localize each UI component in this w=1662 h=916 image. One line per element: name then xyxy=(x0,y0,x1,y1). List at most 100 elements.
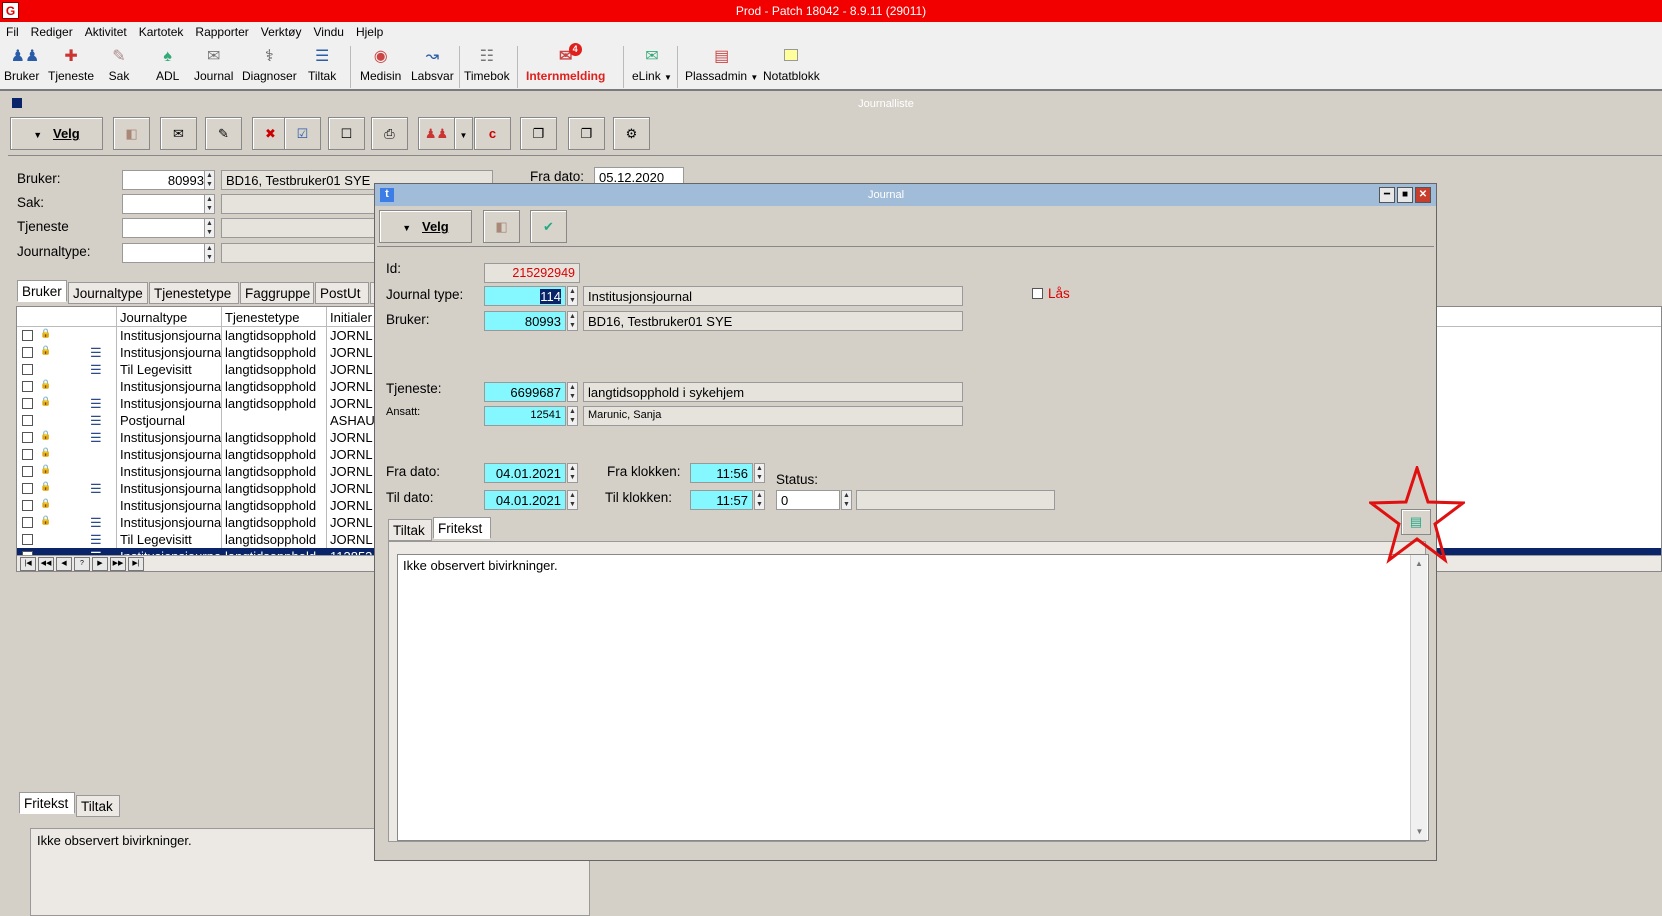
row-checkbox[interactable] xyxy=(22,364,33,375)
copy-button[interactable]: ❐ xyxy=(568,117,605,150)
row-checkbox[interactable] xyxy=(22,449,33,460)
tab-journaltype[interactable]: Journaltype xyxy=(68,282,148,304)
toolbar-internmelding-button[interactable]: ✉ 4 Internmelding xyxy=(526,43,605,83)
toolbar-timebok-button[interactable]: ☷ Timebok xyxy=(464,47,510,83)
ansatt-spinner[interactable]: ▲ ▼ xyxy=(567,406,578,426)
menu-aktivitet[interactable]: Aktivitet xyxy=(79,22,133,39)
menu-rediger[interactable]: Rediger xyxy=(25,22,79,39)
users-filter-dropdown[interactable]: ▼ xyxy=(454,117,473,150)
journal-tab-fritekst[interactable]: Fritekst xyxy=(433,517,491,539)
column-header-journaltype[interactable]: Journaltype xyxy=(117,309,221,326)
menu-kartotek[interactable]: Kartotek xyxy=(133,22,190,39)
nav-button[interactable]: ▶ xyxy=(92,557,108,571)
toolbar-bruker-button[interactable]: ♟♟ Bruker xyxy=(4,47,39,83)
chevron-down-icon[interactable]: ▼ xyxy=(664,73,672,82)
tjeneste-spinner[interactable]: ▲ ▼ xyxy=(567,382,578,402)
toolbar-journal-button[interactable]: ✉ Journal xyxy=(194,47,233,83)
edit-button[interactable]: ✎ xyxy=(205,117,242,150)
til-klokken-field[interactable]: 11:57 xyxy=(690,490,753,510)
row-checkbox[interactable] xyxy=(22,415,33,426)
til-klokken-spinner[interactable]: ▲ ▼ xyxy=(754,490,765,510)
fritekst-textarea[interactable]: Ikke observert bivirkninger. ▲ ▼ xyxy=(397,554,1429,841)
velg-dropdown-button[interactable]: ▼ Velg xyxy=(10,117,103,150)
journaltype-spinner[interactable]: ▲ ▼ xyxy=(204,243,215,263)
row-checkbox[interactable] xyxy=(22,330,33,341)
status-field[interactable]: 0 xyxy=(776,490,840,510)
ansatt-id-field[interactable]: 12541 xyxy=(484,406,566,426)
nav-button[interactable]: ? xyxy=(74,557,90,571)
copy-new-button[interactable]: ❐ xyxy=(520,117,557,150)
toolbar-tjeneste-button[interactable]: ✚ Tjeneste xyxy=(48,47,94,83)
tab-tjenestetype[interactable]: Tjenestetype xyxy=(149,282,239,304)
tjeneste-id-field[interactable]: 6699687 xyxy=(484,382,566,402)
journal-approve-button[interactable]: ✔ xyxy=(530,210,567,243)
bottom-tab-tiltak[interactable]: Tiltak xyxy=(76,795,120,817)
journal-type-spinner[interactable]: ▲ ▼ xyxy=(567,286,578,306)
row-checkbox[interactable] xyxy=(22,347,33,358)
menu-rapporter[interactable]: Rapporter xyxy=(189,22,254,39)
menu-verktoy[interactable]: Verktøy xyxy=(255,22,308,39)
journaltype-field[interactable] xyxy=(122,243,209,263)
tab-postut[interactable]: PostUt xyxy=(315,282,369,304)
row-checkbox[interactable] xyxy=(22,466,33,477)
row-checkbox[interactable] xyxy=(22,381,33,392)
vertical-scrollbar[interactable]: ▲ ▼ xyxy=(1410,555,1427,840)
fra-dato-field[interactable]: 04.01.2021 xyxy=(484,463,566,483)
bottom-tab-fritekst[interactable]: Fritekst xyxy=(19,792,75,814)
users-filter-button[interactable]: ♟♟ xyxy=(418,117,455,150)
journal-velg-button[interactable]: ▼ Velg xyxy=(379,210,472,243)
sak-spinner[interactable]: ▲ ▼ xyxy=(204,194,215,214)
toolbar-adl-button[interactable]: ♠ ADL xyxy=(156,47,179,83)
minimize-button[interactable]: ━ xyxy=(1379,187,1395,203)
journal-tab-tiltak[interactable]: Tiltak xyxy=(388,519,432,541)
til-dato-field[interactable]: 04.01.2021 xyxy=(484,490,566,510)
toolbar-notatblokk-button[interactable]: Notatblokk xyxy=(763,47,820,83)
c-button[interactable]: c xyxy=(474,117,511,150)
uncheck-list-button[interactable]: ☐ xyxy=(328,117,365,150)
row-checkbox[interactable] xyxy=(22,500,33,511)
fra-dato-spinner[interactable]: ▲ ▼ xyxy=(567,463,578,483)
column-header-tjenestetype[interactable]: Tjenestetype xyxy=(222,309,326,326)
row-checkbox[interactable] xyxy=(22,483,33,494)
toolbar-tiltak-button[interactable]: ☰ Tiltak xyxy=(308,47,336,83)
nav-button[interactable]: ▶▶ xyxy=(110,557,126,571)
toolbar-plassadmin-button[interactable]: ▤ Plassadmin ▼ xyxy=(685,47,758,83)
tab-bruker[interactable]: Bruker xyxy=(17,280,67,302)
scroll-down-icon[interactable]: ▼ xyxy=(1411,827,1428,836)
toolbar-diagnoser-button[interactable]: ⚕ Diagnoser xyxy=(242,47,297,83)
nav-button[interactable]: ◀ xyxy=(56,557,72,571)
menu-hjelp[interactable]: Hjelp xyxy=(350,22,389,39)
fra-klokken-spinner[interactable]: ▲ ▼ xyxy=(754,463,765,483)
bruker-id-field[interactable]: 80993 xyxy=(122,170,209,190)
chevron-down-icon[interactable]: ▼ xyxy=(750,73,758,82)
close-button[interactable]: ✕ xyxy=(1415,187,1431,203)
row-checkbox[interactable] xyxy=(22,517,33,528)
bruker-spinner[interactable]: ▲ ▼ xyxy=(567,311,578,331)
new-button[interactable]: ✉ xyxy=(160,117,197,150)
row-checkbox[interactable] xyxy=(22,432,33,443)
nav-button[interactable]: ▶| xyxy=(128,557,144,571)
bruker-id-field[interactable]: 80993 xyxy=(484,311,566,331)
open-button[interactable]: ◧ xyxy=(113,117,150,150)
toolbar-elink-button[interactable]: ✉ eLink ▼ xyxy=(632,47,672,83)
print-button[interactable]: ⎙ xyxy=(371,117,408,150)
row-checkbox[interactable] xyxy=(22,398,33,409)
status-spinner[interactable]: ▲ ▼ xyxy=(841,490,852,510)
sak-field[interactable] xyxy=(122,194,209,214)
tjeneste-spinner[interactable]: ▲ ▼ xyxy=(204,218,215,238)
menu-vindu[interactable]: Vindu xyxy=(307,22,349,39)
journal-open-button[interactable]: ◧ xyxy=(483,210,520,243)
toolbar-sak-button[interactable]: ✎ Sak xyxy=(108,47,130,83)
maximize-button[interactable]: ■ xyxy=(1397,187,1413,203)
til-dato-spinner[interactable]: ▲ ▼ xyxy=(567,490,578,510)
toolbar-medisin-button[interactable]: ◉ Medisin xyxy=(360,47,401,83)
settings-button[interactable]: ⚙ xyxy=(613,117,650,150)
toolbar-labsvar-button[interactable]: ↝ Labsvar xyxy=(411,47,454,83)
las-checkbox[interactable] xyxy=(1032,288,1043,299)
journal-type-id-field[interactable]: 114 xyxy=(484,286,566,306)
menu-fil[interactable]: Fil xyxy=(0,22,25,39)
row-checkbox[interactable] xyxy=(22,534,33,545)
check-list-button[interactable]: ☑ xyxy=(284,117,321,150)
fra-klokken-field[interactable]: 11:56 xyxy=(690,463,753,483)
nav-button[interactable]: |◀ xyxy=(20,557,36,571)
